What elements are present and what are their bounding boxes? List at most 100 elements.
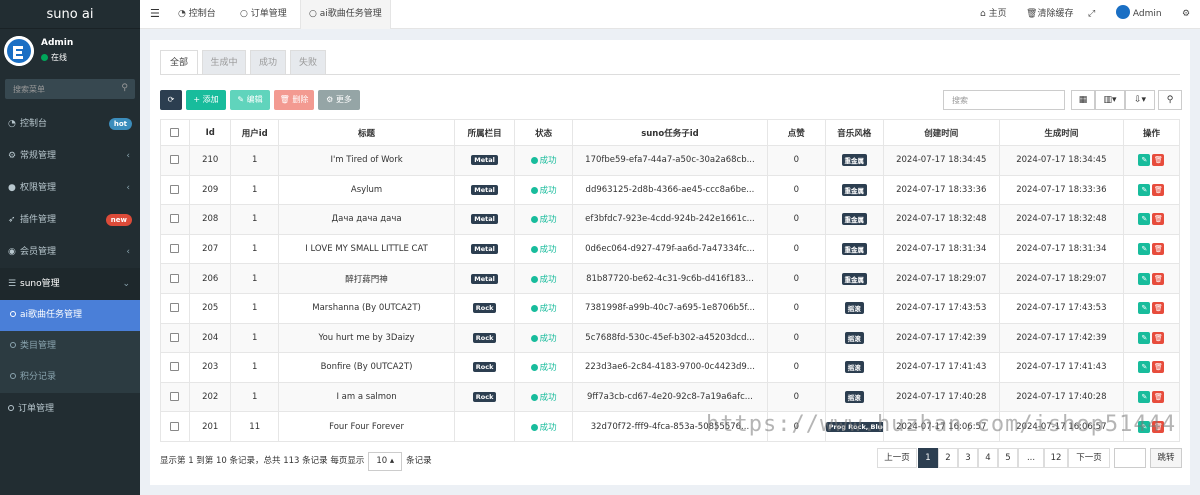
page-button[interactable]: 12 xyxy=(1044,448,1068,468)
sidebar-item-members[interactable]: ◉ 会员管理 ‹ xyxy=(0,236,140,268)
col-category[interactable]: 所属栏目 xyxy=(454,119,516,146)
advanced-search-button[interactable]: ⚲ xyxy=(1158,90,1182,110)
page-button[interactable]: 1 xyxy=(918,448,938,468)
delete-row-button[interactable]: 🗑 xyxy=(1152,391,1165,404)
sidebar-item-points[interactable]: 积分记录 xyxy=(0,362,140,393)
sidebar-item-suno[interactable]: ☰ suno管理 ⌄ xyxy=(0,268,140,300)
table-row[interactable]: 201 11 Four Four Forever 成功 32d70f72-fff9-4f… xyxy=(160,411,1181,442)
edit-row-button[interactable]: ✎ xyxy=(1138,302,1151,315)
delete-button[interactable]: 🗑 删除 xyxy=(274,90,314,110)
col-task-id[interactable]: suno任务子id xyxy=(572,119,768,146)
next-page-button[interactable]: 下一页 xyxy=(1068,448,1110,468)
edit-row-button[interactable]: ✎ xyxy=(1138,420,1151,433)
page-button[interactable]: 3 xyxy=(958,448,978,468)
row-checkbox[interactable] xyxy=(160,352,190,383)
table-search-input[interactable]: 搜索 xyxy=(943,90,1065,110)
admin-menu[interactable]: Admin xyxy=(1116,0,1162,29)
row-checkbox[interactable] xyxy=(160,292,190,324)
col-likes[interactable]: 点赞 xyxy=(766,119,826,146)
sidebar-item-categories[interactable]: 类目管理 xyxy=(0,331,140,362)
tab-failed[interactable]: 失败 xyxy=(290,50,326,75)
row-checkbox[interactable] xyxy=(160,145,190,176)
add-button[interactable]: + 添加 xyxy=(186,90,226,110)
prev-page-button[interactable]: 上一页 xyxy=(877,448,917,468)
edit-row-button[interactable]: ✎ xyxy=(1138,213,1151,226)
sidebar-item-plugins[interactable]: ➶ 插件管理 new xyxy=(0,204,140,236)
delete-row-button[interactable]: 🗑 xyxy=(1152,183,1165,196)
edit-row-button[interactable]: ✎ xyxy=(1138,154,1151,167)
search-icon[interactable]: ⚲ xyxy=(121,83,128,93)
edit-row-button[interactable]: ✎ xyxy=(1138,361,1151,374)
content-panel: 全部 生成中 成功 失败 ⟳ + 添加 ✎ 编辑 🗑 删除 ⚙ 更多 搜索 ▦ … xyxy=(150,40,1190,485)
nav-tab-song-tasks[interactable]: ○ ai歌曲任务管理 xyxy=(300,0,391,29)
brand-logo[interactable]: suno ai xyxy=(0,0,140,29)
page-button[interactable]: 4 xyxy=(978,448,998,468)
columns-button[interactable]: ▥▾ xyxy=(1095,90,1125,110)
col-generated[interactable]: 生成时间 xyxy=(998,119,1124,146)
table-row[interactable]: 210 1 I'm Tired of Work Metal 成功 170fbe59-efa… xyxy=(160,145,1181,176)
delete-row-button[interactable]: 🗑 xyxy=(1152,302,1165,315)
toggle-view-button[interactable]: ▦ xyxy=(1071,90,1095,110)
clear-cache-link[interactable]: 🗑清除缓存 xyxy=(1026,0,1073,29)
tab-success[interactable]: 成功 xyxy=(250,50,286,75)
delete-row-button[interactable]: 🗑 xyxy=(1152,272,1165,285)
menu-toggle-icon[interactable]: ☰ xyxy=(150,7,160,20)
tab-all[interactable]: 全部 xyxy=(160,50,198,75)
col-style[interactable]: 音乐风格 xyxy=(824,119,884,146)
table-row[interactable]: 207 1 I LOVE MY SMALL LITTLE CAT Metal 成功 0d6… xyxy=(160,233,1181,265)
home-link[interactable]: ⌂ 主页 xyxy=(980,0,1007,29)
more-button[interactable]: ⚙ 更多 xyxy=(318,90,360,110)
col-created[interactable]: 创建时间 xyxy=(882,119,1000,146)
settings-icon[interactable]: ⚙ xyxy=(1182,0,1190,29)
col-id[interactable]: Id xyxy=(188,119,232,146)
table-row[interactable]: 202 1 I am a salmon Rock 成功 9ff7a3cb-cd67-4e2… xyxy=(160,381,1181,413)
fullscreen-icon[interactable]: ⤢ xyxy=(1088,0,1095,29)
row-checkbox[interactable] xyxy=(160,204,190,235)
row-checkbox[interactable] xyxy=(160,233,190,265)
jump-page-input[interactable] xyxy=(1114,448,1146,468)
table-row[interactable]: 208 1 Дача дача дача Metal 成功 ef3bfdc7-923e-4… xyxy=(160,204,1181,235)
category-label: Metal xyxy=(471,155,498,166)
page-button[interactable]: 5 xyxy=(998,448,1018,468)
edit-row-button[interactable]: ✎ xyxy=(1138,243,1151,256)
sidebar-item-general[interactable]: ⚙ 常规管理 ‹ xyxy=(0,140,140,172)
col-title[interactable]: 标题 xyxy=(278,119,456,146)
delete-row-button[interactable]: 🗑 xyxy=(1152,331,1165,344)
edit-row-button[interactable]: ✎ xyxy=(1138,331,1151,344)
refresh-button[interactable]: ⟳ xyxy=(160,90,182,110)
row-checkbox[interactable] xyxy=(160,322,190,354)
edit-row-button[interactable]: ✎ xyxy=(1138,183,1151,196)
table-row[interactable]: 206 1 醉打蔣門神 Metal 成功 81b87720-be62-4c31-9c6b-… xyxy=(160,263,1181,294)
delete-row-button[interactable]: 🗑 xyxy=(1152,361,1165,374)
sidebar-search-input[interactable]: 搜索菜单 ⚲ xyxy=(5,79,135,99)
edit-button[interactable]: ✎ 编辑 xyxy=(230,90,270,110)
nav-tab-dashboard[interactable]: ◔ 控制台 xyxy=(170,0,224,29)
page-size-select[interactable]: 10 ▴ xyxy=(368,452,403,471)
row-checkbox[interactable] xyxy=(160,381,190,413)
edit-row-button[interactable]: ✎ xyxy=(1138,391,1151,404)
table-row[interactable]: 209 1 Asylum Metal 成功 dd963125-2d8b-4366-ae45… xyxy=(160,174,1181,206)
col-status[interactable]: 状态 xyxy=(514,119,574,146)
sidebar-item-song-tasks[interactable]: ai歌曲任务管理 xyxy=(0,300,140,331)
delete-row-button[interactable]: 🗑 xyxy=(1152,420,1165,433)
delete-row-button[interactable]: 🗑 xyxy=(1152,243,1165,256)
table-row[interactable]: 205 1 Marshanna (By 0UTCA2T) Rock 成功 7381998f… xyxy=(160,292,1181,324)
sidebar-item-auth[interactable]: ● 权限管理 ‹ xyxy=(0,172,140,204)
row-checkbox[interactable] xyxy=(160,411,190,442)
sidebar-item-orders[interactable]: 订单管理 xyxy=(0,393,140,425)
table-row[interactable]: 204 1 You hurt me by 3Daizy Rock 成功 5c7688fd-… xyxy=(160,322,1181,354)
jump-button[interactable]: 跳转 xyxy=(1150,448,1182,468)
table-row[interactable]: 203 1 Bonfire (By 0UTCA2T) Rock 成功 223d3ae6-2… xyxy=(160,352,1181,383)
tab-generating[interactable]: 生成中 xyxy=(202,50,246,75)
export-button[interactable]: ⇩▾ xyxy=(1125,90,1155,110)
col-user-id[interactable]: 用户id xyxy=(230,119,280,146)
page-button[interactable]: 2 xyxy=(938,448,958,468)
select-all-checkbox[interactable] xyxy=(160,119,190,146)
nav-tab-orders[interactable]: ○ 订单管理 xyxy=(232,0,295,29)
sidebar-item-dashboard[interactable]: ◔ 控制台 hot xyxy=(0,108,140,140)
delete-row-button[interactable]: 🗑 xyxy=(1152,154,1165,167)
edit-row-button[interactable]: ✎ xyxy=(1138,272,1151,285)
delete-row-button[interactable]: 🗑 xyxy=(1152,213,1165,226)
row-checkbox[interactable] xyxy=(160,174,190,206)
row-checkbox[interactable] xyxy=(160,263,190,294)
